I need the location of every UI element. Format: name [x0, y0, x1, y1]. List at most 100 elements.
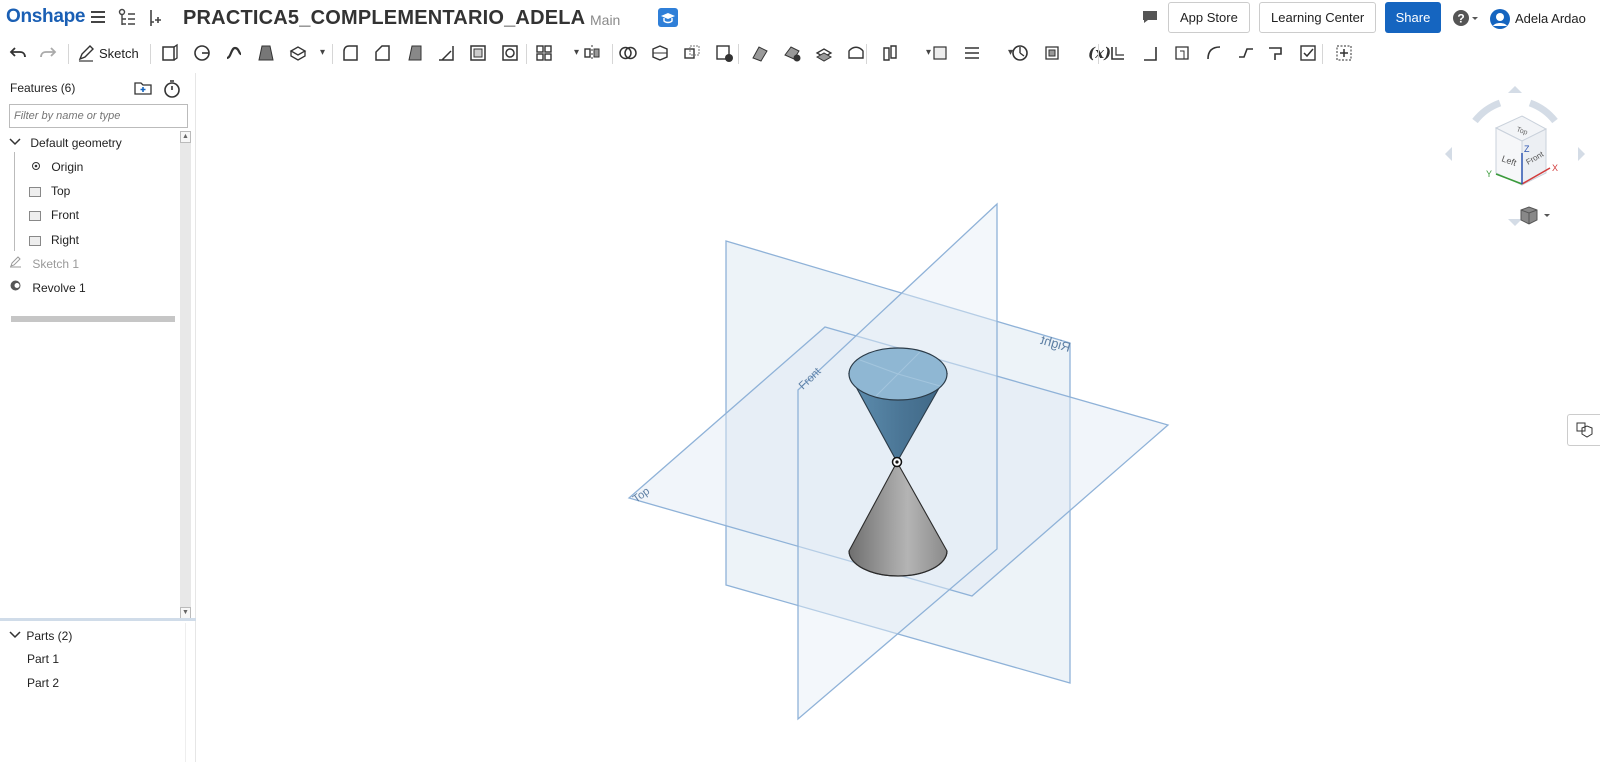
parts-header[interactable]: Parts (2) [9, 626, 72, 646]
plane-icon[interactable] [930, 43, 950, 63]
fillet-icon[interactable] [340, 43, 360, 63]
mirror-dropdown-chevron-icon[interactable]: ▾ [574, 47, 579, 58]
document-title[interactable]: PRACTICA5_COMPLEMENTARIO_ADELA [183, 7, 585, 30]
pattern-icon[interactable] [534, 43, 554, 63]
toolbar-separator [612, 44, 613, 64]
add-custom-feature-icon[interactable] [1334, 43, 1354, 63]
comment-icon[interactable] [1140, 8, 1160, 28]
flange-icon[interactable] [1140, 43, 1160, 63]
loft-icon[interactable] [256, 43, 276, 63]
feature-filter-input[interactable] [9, 104, 188, 128]
sketch-icon[interactable] [76, 43, 96, 63]
tree-item-origin[interactable]: Origin [31, 157, 83, 177]
branch-name[interactable]: Main [590, 12, 620, 28]
replace-face-icon[interactable] [846, 43, 866, 63]
rotate-right-arrow[interactable] [1528, 99, 1558, 124]
insert-feature-icon[interactable] [145, 8, 165, 28]
form-icon[interactable] [1236, 43, 1256, 63]
corner-icon[interactable] [1266, 43, 1286, 63]
learning-center-button[interactable]: Learning Center [1259, 2, 1377, 33]
tree-item-sketch-1[interactable]: Sketch 1 [9, 254, 79, 274]
feature-panel: Features (6) Default geometry Origin Top… [0, 73, 196, 762]
rollback-bar[interactable] [11, 316, 175, 322]
rib-icon[interactable] [436, 43, 456, 63]
delete-face-icon[interactable] [782, 43, 802, 63]
rotate-left-arrow[interactable] [1472, 99, 1502, 124]
hole-icon[interactable] [500, 43, 520, 63]
app-store-button[interactable]: App Store [1168, 2, 1250, 33]
arrow-right-icon[interactable] [1578, 147, 1585, 161]
arrow-left-icon[interactable] [1445, 147, 1452, 161]
bend-icon[interactable] [1204, 43, 1224, 63]
default-geometry-node[interactable]: Default geometry [9, 133, 122, 153]
extrude-icon[interactable] [160, 43, 180, 63]
panel-divider[interactable] [0, 618, 196, 621]
redo-icon[interactable] [38, 43, 58, 63]
toolbar-separator [1322, 44, 1323, 64]
model-scene[interactable]: Top Front Right [196, 73, 1600, 762]
tree-item-revolve-1[interactable]: Revolve 1 [9, 278, 86, 298]
view-cube[interactable]: Top Left Front Y X Z [1440, 81, 1590, 231]
tree-item-front[interactable]: Front [29, 205, 79, 225]
avatar[interactable] [1489, 8, 1510, 29]
features-header: Features (6) [10, 81, 76, 95]
right-panel-toggle[interactable] [1567, 414, 1600, 446]
plane-label-top: Top [51, 184, 71, 198]
surface-dropdown-chevron-icon[interactable]: ▾ [926, 47, 931, 58]
thicken-icon[interactable] [288, 43, 308, 63]
chevron-down-icon[interactable] [9, 133, 23, 153]
tab-icon[interactable] [1172, 43, 1192, 63]
help-icon[interactable]: ? [1452, 8, 1480, 28]
add-folder-icon[interactable] [133, 79, 153, 99]
finish-sheet-icon[interactable] [1298, 43, 1318, 63]
undo-icon[interactable] [8, 43, 28, 63]
graphics-viewport[interactable]: Top Front Right Top Left Front Y X Z [196, 73, 1600, 762]
pattern-dropdown-chevron-icon[interactable]: ▾ [320, 47, 325, 58]
sketch-icon [9, 254, 23, 274]
default-geometry-label: Default geometry [30, 136, 122, 150]
mate-connector-icon[interactable] [962, 43, 982, 63]
plane-dropdown-chevron-icon[interactable]: ▾ [1008, 47, 1013, 58]
revolve-icon[interactable] [192, 43, 212, 63]
revolve-1-label: Revolve 1 [32, 281, 86, 295]
variable-icon[interactable]: (x) [1088, 43, 1112, 63]
tree-item-right[interactable]: Right [29, 230, 79, 250]
mirror-icon[interactable] [582, 43, 602, 63]
timer-icon[interactable] [162, 79, 182, 99]
move-face-icon[interactable] [750, 43, 770, 63]
toolbar-separator [526, 44, 527, 64]
delete-part-icon[interactable] [714, 43, 734, 63]
tree-item-top[interactable]: Top [29, 181, 70, 201]
offset-surface-icon[interactable] [814, 43, 834, 63]
hamburger-icon[interactable] [88, 8, 108, 28]
education-icon[interactable] [658, 8, 678, 27]
split-icon[interactable] [650, 43, 670, 63]
draft-icon[interactable] [404, 43, 424, 63]
render-mode-dropdown[interactable] [1518, 206, 1554, 226]
boolean-icon[interactable] [618, 43, 638, 63]
chevron-down-icon[interactable] [9, 626, 23, 646]
plane-icon [29, 210, 41, 221]
helix-icon[interactable] [1042, 43, 1062, 63]
origin-marker[interactable] [891, 456, 903, 468]
sweep-icon[interactable] [224, 43, 244, 63]
feature-scrollbar[interactable] [180, 131, 191, 619]
plane-label-front: Front [51, 208, 80, 222]
user-name[interactable]: Adela Ardao [1515, 11, 1586, 26]
sketch-button-label[interactable]: Sketch [99, 46, 139, 61]
top-bar: Onshape PRACTICA5_COMPLEMENTARIO_ADELA M… [0, 0, 1600, 36]
toolbar-separator [866, 44, 867, 64]
shell-icon[interactable] [468, 43, 488, 63]
list-item[interactable]: Part 1 [27, 649, 59, 669]
surface-icon[interactable] [880, 43, 900, 63]
list-item[interactable]: Part 2 [27, 673, 59, 693]
share-button[interactable]: Share [1385, 2, 1441, 33]
feature-list-icon[interactable] [117, 8, 137, 28]
scroll-up-button[interactable]: ▲ [180, 131, 191, 143]
plane-label-right: Right [51, 233, 80, 247]
arrow-up-icon[interactable] [1508, 86, 1522, 93]
chamfer-icon[interactable] [372, 43, 392, 63]
transform-icon[interactable] [682, 43, 702, 63]
onshape-logo[interactable]: Onshape [6, 6, 86, 28]
plane-icon [29, 186, 41, 197]
